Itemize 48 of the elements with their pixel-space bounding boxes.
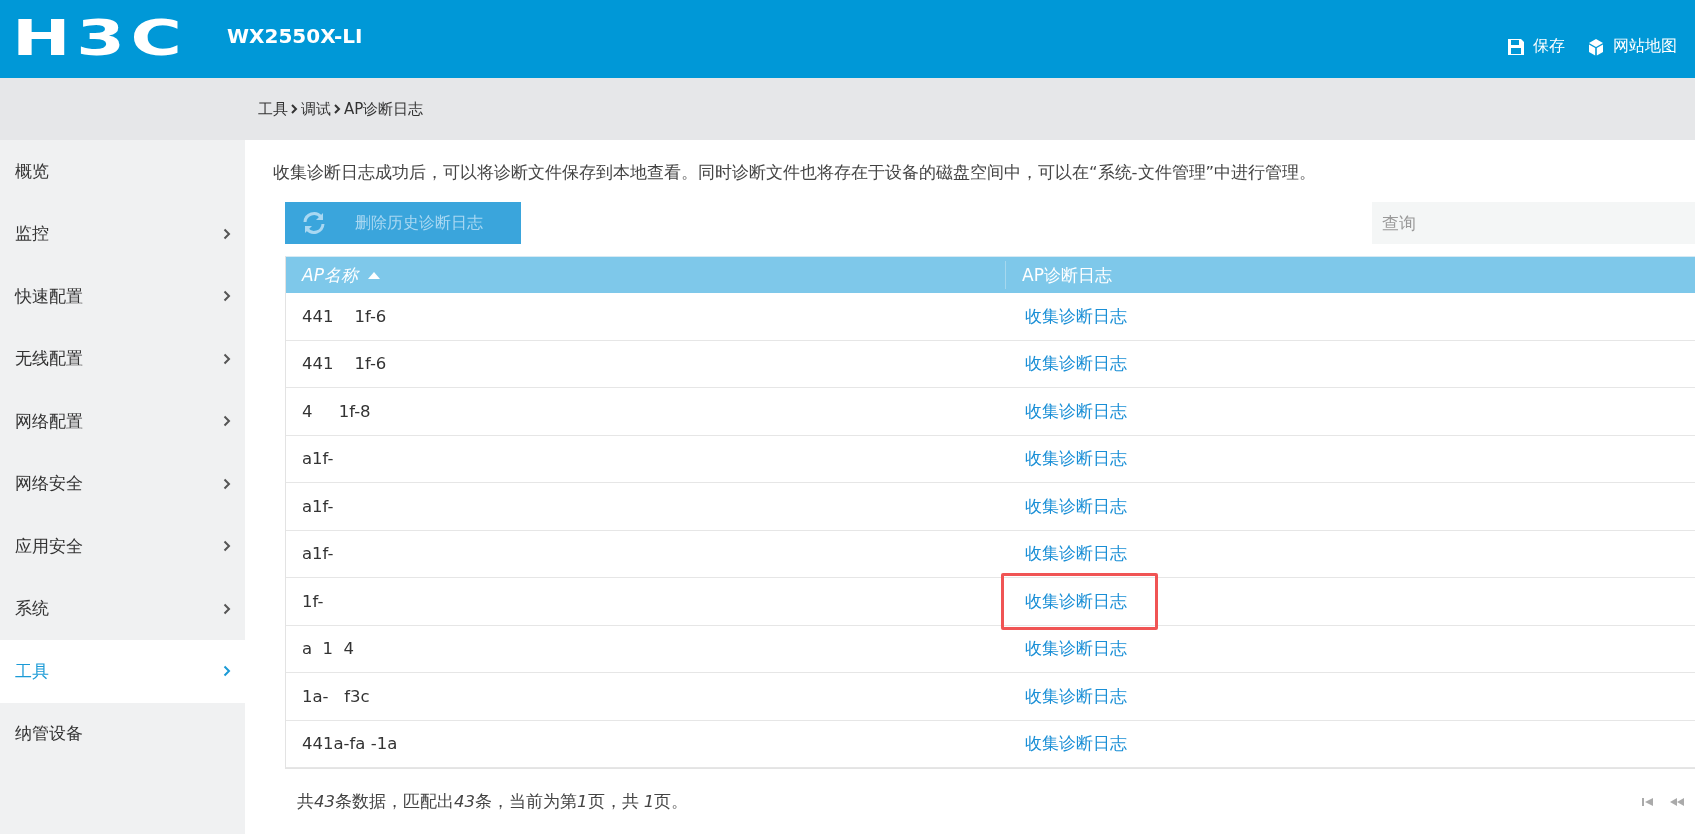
- sidebar-item[interactable]: 纳管设备: [0, 702, 245, 765]
- table-cell: a1f-: [302, 544, 334, 564]
- first-page-icon[interactable]: [1641, 796, 1655, 807]
- table-cell: 1a- f3c: [302, 686, 370, 706]
- pagination-summary: 共43条数据，匹配出43条，当前为第1页，共 1页。: [297, 790, 689, 813]
- collect-log-link[interactable]: 收集诊断日志: [1025, 399, 1127, 423]
- collect-log-link[interactable]: 收集诊断日志: [1025, 542, 1127, 566]
- chevron-right-icon: [291, 104, 298, 114]
- collect-log-link[interactable]: 收集诊断日志: [1025, 589, 1127, 613]
- sidebar-item[interactable]: 工具: [0, 640, 245, 703]
- refresh-icon: [301, 211, 327, 235]
- table-cell: 4 1f-8: [302, 401, 371, 421]
- sidebar-item[interactable]: 应用安全: [0, 515, 245, 578]
- sidebar-item[interactable]: 概览: [0, 140, 245, 203]
- collect-log-link[interactable]: 收集诊断日志: [1025, 447, 1127, 471]
- collect-log-link[interactable]: 收集诊断日志: [1025, 637, 1127, 661]
- sidebar-item[interactable]: 快速配置: [0, 265, 245, 328]
- breadcrumb-item: AP诊断日志: [344, 99, 424, 119]
- sort-up-icon: [367, 271, 380, 279]
- table-cell: 441 1f-6: [302, 354, 387, 374]
- table-cell: 441a-fa -1a: [302, 734, 398, 754]
- collect-log-link[interactable]: 收集诊断日志: [1025, 684, 1127, 708]
- breadcrumb-item[interactable]: 调试: [301, 99, 331, 119]
- header-link[interactable]: 保存: [1507, 36, 1565, 57]
- collect-log-link[interactable]: 收集诊断日志: [1025, 732, 1127, 756]
- sidebar-item[interactable]: 无线配置: [0, 327, 245, 390]
- collect-log-link[interactable]: 收集诊断日志: [1025, 304, 1127, 328]
- table-cell: 441 1f-6: [302, 306, 387, 326]
- collect-log-link[interactable]: 收集诊断日志: [1025, 352, 1127, 376]
- search-field[interactable]: 查询: [1372, 202, 1695, 244]
- table-cell: a1f-: [302, 449, 334, 469]
- header-link[interactable]: 网站地图: [1587, 36, 1677, 57]
- previous-page-icon[interactable]: [1669, 796, 1685, 807]
- sidebar-item[interactable]: 监控: [0, 202, 245, 265]
- description-text: 收集诊断日志成功后，可以将诊断文件保存到本地查看。同时诊断文件也将存在于设备的磁盘空间中，可以在“系统-文件管理”中进行管理。: [273, 162, 1318, 184]
- collect-log-link[interactable]: 收集诊断日志: [1025, 494, 1127, 518]
- table-cell: a 1 4: [302, 639, 355, 659]
- column-header[interactable]: AP诊断日志: [1006, 257, 1112, 293]
- breadcrumb-item[interactable]: 工具: [258, 99, 288, 119]
- chevron-right-icon: [334, 104, 341, 114]
- sidebar-item[interactable]: 系统: [0, 577, 245, 640]
- table-cell: 1f-: [302, 591, 324, 611]
- column-header[interactable]: AP名称: [286, 261, 1006, 289]
- sidebar-item[interactable]: 网络配置: [0, 390, 245, 453]
- table-cell: a1f-: [302, 496, 334, 516]
- device-model: WX2550X-LI: [227, 24, 363, 48]
- sidebar-item[interactable]: 网络安全: [0, 452, 245, 515]
- cube-icon: [1587, 37, 1605, 56]
